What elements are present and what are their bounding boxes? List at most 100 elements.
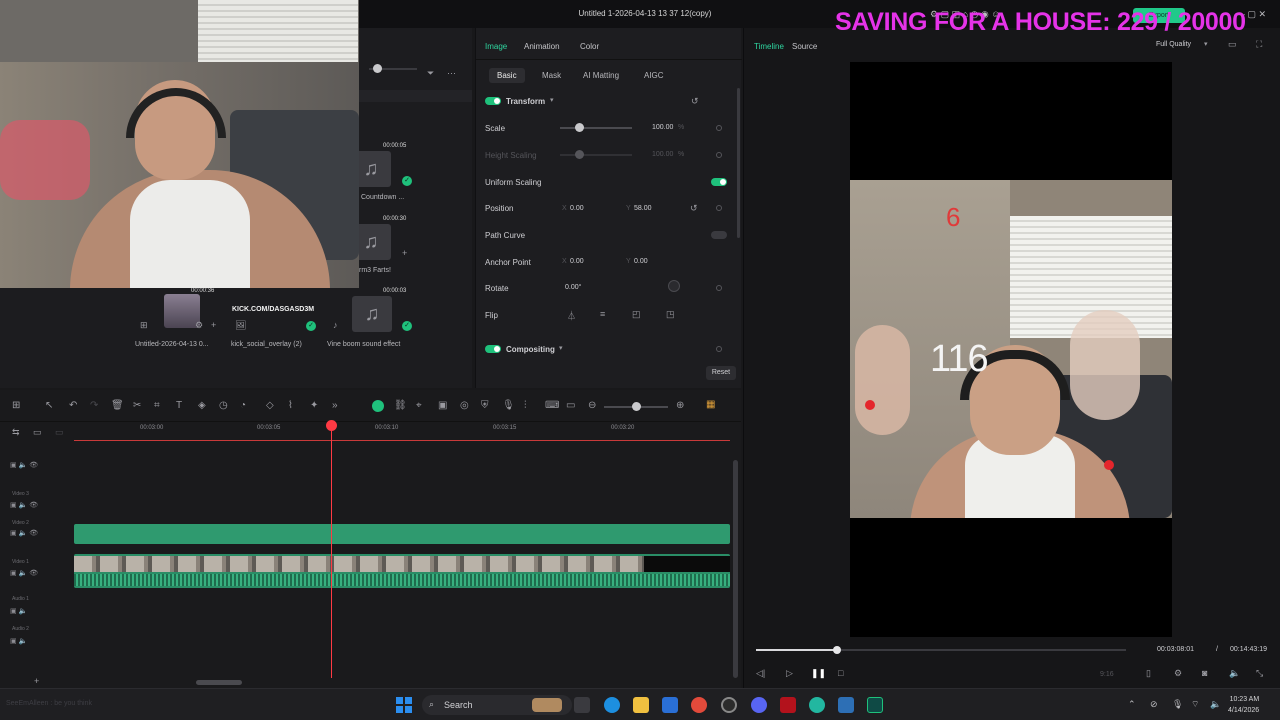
ai-tool-icon[interactable]: ◈ <box>198 400 206 411</box>
position-y-value[interactable]: 58.00 <box>634 205 652 212</box>
windows-start-icon[interactable] <box>396 697 412 713</box>
prev-frame-icon[interactable]: ◁| <box>756 668 765 679</box>
tab-timeline[interactable]: Timeline <box>754 42 784 51</box>
ripple-icon[interactable]: ◎ <box>460 400 469 411</box>
time-ruler[interactable]: 00:03:00 00:03:05 00:03:10 00:03:15 00:0… <box>74 423 730 439</box>
subtab-aigc[interactable]: AIGC <box>644 71 664 80</box>
acrobat-icon[interactable] <box>780 697 796 713</box>
playhead[interactable] <box>331 422 332 678</box>
snapshot-icon[interactable]: ▭ <box>1228 39 1237 50</box>
props-scrollbar[interactable] <box>737 88 740 238</box>
snap-toggle-icon[interactable] <box>372 400 384 412</box>
rotate-value[interactable]: 0.00° <box>565 284 581 291</box>
tab-color[interactable]: Color <box>580 42 599 51</box>
filmora-icon[interactable] <box>867 697 883 713</box>
reset-icon[interactable]: ↺ <box>690 203 698 214</box>
playback-progress-knob[interactable] <box>833 646 842 654</box>
volume-icon[interactable]: 🔈 <box>1229 668 1240 679</box>
image-icon[interactable]: 🖼 <box>235 320 246 331</box>
settings-icon[interactable]: ⚙ <box>195 320 203 331</box>
compositing-toggle[interactable] <box>485 345 501 353</box>
fullscreen-icon[interactable]: ⛶ <box>1256 39 1262 50</box>
more-icon[interactable]: ⋯ <box>447 68 456 79</box>
path-curve-toggle[interactable] <box>711 231 727 239</box>
anchor-y-value[interactable]: 0.00 <box>634 258 648 265</box>
track-manager-icon[interactable]: ⇆ <box>12 427 20 438</box>
camera-icon[interactable]: ◙ <box>1202 668 1207 678</box>
task-view-icon[interactable] <box>574 697 590 713</box>
caret-down-icon[interactable]: ▾ <box>559 344 563 352</box>
reset-button[interactable]: Reset <box>706 366 736 380</box>
link-icon[interactable]: ⛓ <box>394 400 407 411</box>
scale-slider[interactable] <box>560 127 632 129</box>
keyframe-tool-icon[interactable]: ◇ <box>266 400 274 411</box>
keyframe-icon[interactable] <box>716 285 722 291</box>
audio-tool-icon[interactable]: ⌇ <box>288 400 293 411</box>
more-tools-icon[interactable]: » <box>332 400 338 411</box>
layout-icon[interactable]: ⊞ <box>12 400 20 411</box>
uniform-scaling-toggle[interactable] <box>711 178 727 186</box>
mark-icon[interactable]: ▯ <box>1146 668 1151 679</box>
photos-icon[interactable] <box>838 697 854 713</box>
track-controls[interactable]: ▣ 🔈 <box>10 607 27 615</box>
add-track-icon[interactable]: + <box>34 676 39 686</box>
taskbar-clock[interactable]: 10:23 AM 4/14/2026 <box>1228 694 1259 716</box>
mixer-icon[interactable]: ⫶ <box>524 400 527 411</box>
subtab-basic[interactable]: Basic <box>489 68 525 83</box>
timeline-hscroll[interactable] <box>196 680 242 685</box>
overlay-clip[interactable] <box>74 524 730 544</box>
transform-toggle[interactable] <box>485 97 501 105</box>
tab-image[interactable]: Image <box>485 42 507 51</box>
track-controls[interactable]: ▣ 🔈 👁 <box>10 501 38 509</box>
subtab-mask[interactable]: Mask <box>542 71 561 80</box>
select-tool-icon[interactable]: ↖ <box>45 400 53 411</box>
play-icon[interactable]: ▷ <box>786 668 793 679</box>
speed-icon[interactable]: ◷ <box>219 400 228 411</box>
delete-icon[interactable]: 🗑 <box>111 400 124 411</box>
wifi-icon[interactable]: ⌔ <box>1191 699 1199 710</box>
crop-icon[interactable]: ⌗ <box>154 400 160 411</box>
chrome-dev-icon[interactable] <box>809 697 825 713</box>
scale-value[interactable]: 100.00 <box>652 124 673 131</box>
scene-icon[interactable]: ⊞ <box>140 320 148 331</box>
aspect-ratio[interactable]: 9:16 <box>1100 671 1114 678</box>
track-controls[interactable]: ▣ 🔈 <box>10 637 27 645</box>
effects-icon[interactable]: ✦ <box>310 400 318 411</box>
grid-view-icon[interactable]: ▦ <box>706 399 715 410</box>
tab-animation[interactable]: Animation <box>524 42 560 51</box>
reset-icon[interactable]: ↺ <box>691 96 699 107</box>
stop-icon[interactable]: □ <box>838 668 843 678</box>
settings-icon[interactable]: ⚙ <box>1174 668 1182 679</box>
add-icon[interactable]: + <box>211 320 216 330</box>
speaker-icon[interactable]: 🔈 <box>1210 699 1221 710</box>
edge-icon[interactable] <box>604 697 620 713</box>
pause-icon[interactable]: ❚❚ <box>811 668 826 679</box>
redo-icon[interactable]: ↷ <box>90 400 98 411</box>
flip-vertical-icon[interactable]: ≡ <box>600 309 605 319</box>
keyframe-icon[interactable] <box>716 125 722 131</box>
preview-frame[interactable]: 6 116 <box>850 180 1172 518</box>
explorer-icon[interactable] <box>633 697 649 713</box>
keyframe-icon[interactable] <box>716 346 722 352</box>
playhead-handle[interactable] <box>326 420 337 431</box>
flip-horizontal-icon[interactable]: ⏃ <box>567 309 576 322</box>
rotate-left-icon[interactable]: ◰ <box>632 309 641 320</box>
zoom-out-icon[interactable]: ⊖ <box>588 400 596 411</box>
subtab-ai-matting[interactable]: AI Matting <box>583 71 619 80</box>
rotate-dial[interactable] <box>668 280 680 292</box>
tray-overflow-icon[interactable]: ⌃ <box>1128 699 1136 710</box>
undo-icon[interactable]: ↶ <box>69 400 77 411</box>
obs-icon[interactable] <box>721 697 737 713</box>
main-video-clip[interactable] <box>74 554 730 588</box>
chrome-icon[interactable] <box>691 697 707 713</box>
media-zoom-knob[interactable] <box>373 64 382 73</box>
chevron-down-icon[interactable]: ▾ <box>1204 40 1208 48</box>
text-icon[interactable]: T <box>176 400 182 411</box>
scale-slider-knob[interactable] <box>575 123 585 132</box>
track-option-icon[interactable]: ▭ <box>55 427 64 438</box>
shield-icon[interactable]: ⛨ <box>481 400 489 411</box>
music-icon[interactable]: ♫ <box>352 296 392 332</box>
timeline-zoom-knob[interactable] <box>632 402 641 411</box>
caption-icon[interactable]: ▭ <box>566 400 575 411</box>
store-icon[interactable] <box>662 697 678 713</box>
